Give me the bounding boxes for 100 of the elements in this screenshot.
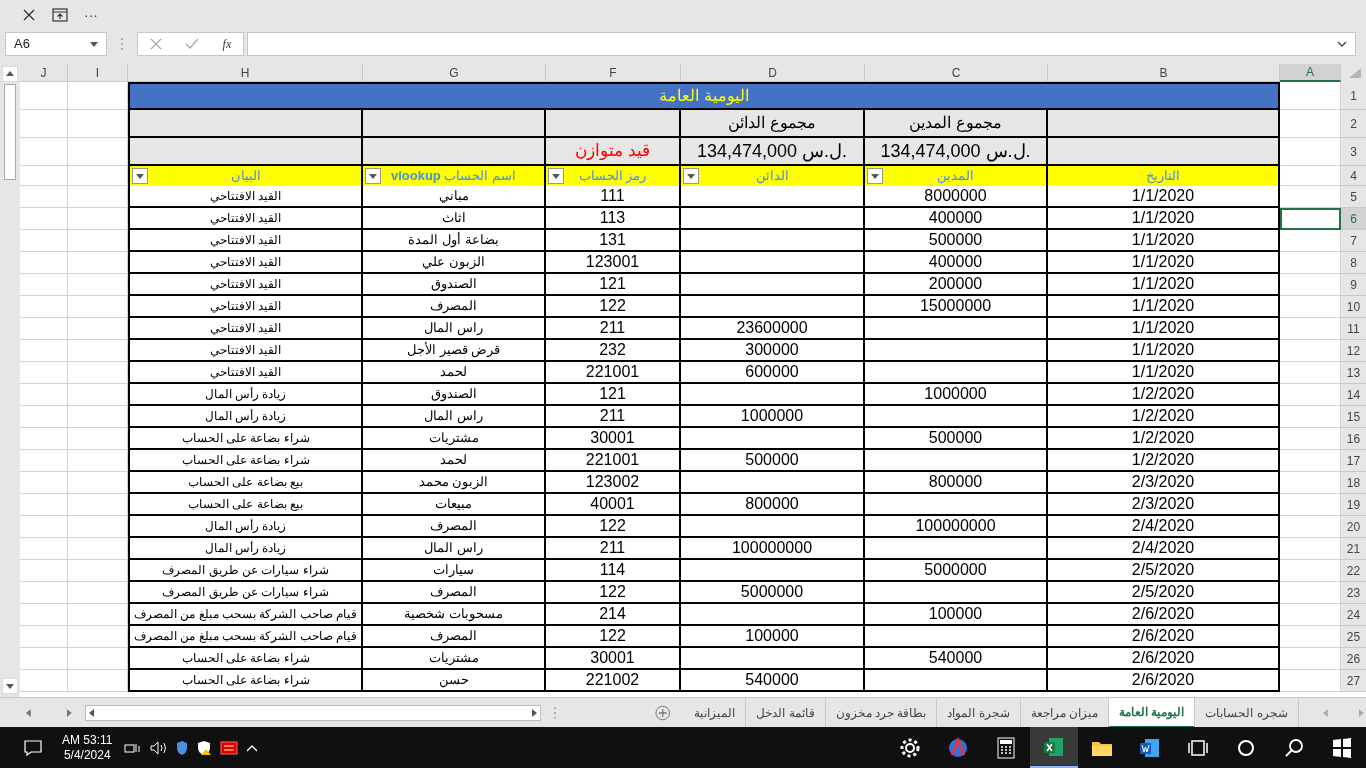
grid-cell[interactable] — [1280, 604, 1341, 626]
grid-cell[interactable] — [68, 186, 128, 208]
row-number[interactable]: 21 — [1341, 538, 1366, 560]
grid-cell[interactable] — [20, 230, 68, 252]
grid-cell[interactable] — [1280, 450, 1341, 472]
row-number[interactable]: 13 — [1341, 362, 1366, 384]
grid-cell[interactable] — [1280, 138, 1341, 166]
grid-cell[interactable] — [68, 648, 128, 670]
row-number[interactable]: 24 — [1341, 604, 1366, 626]
grid-cell[interactable] — [20, 252, 68, 274]
grid-cell[interactable] — [1280, 110, 1341, 138]
filter-dropdown-button[interactable] — [132, 168, 148, 184]
scroll-left-icon[interactable] — [24, 707, 34, 718]
grid-cell[interactable] — [1280, 186, 1341, 208]
chevron-up-icon[interactable] — [246, 743, 259, 752]
grid-cell[interactable] — [20, 318, 68, 340]
grid-cell[interactable] — [1280, 670, 1341, 692]
grid-cell[interactable] — [68, 384, 128, 406]
row-number[interactable]: 7 — [1341, 230, 1366, 252]
filter-dropdown-button[interactable] — [867, 168, 883, 184]
row-number[interactable]: 2 — [1341, 110, 1366, 138]
grid-cell[interactable] — [20, 208, 68, 230]
grid-cell[interactable] — [20, 604, 68, 626]
grid-cell[interactable] — [1280, 472, 1341, 494]
grid-cell[interactable] — [1280, 230, 1341, 252]
grid-cell[interactable] — [20, 648, 68, 670]
grid-cell[interactable] — [1280, 340, 1341, 362]
grid-cell[interactable] — [68, 166, 128, 186]
row-number[interactable]: 17 — [1341, 450, 1366, 472]
grid-cell[interactable] — [20, 538, 68, 560]
grid-cell[interactable] — [1280, 384, 1341, 406]
grid-cell[interactable] — [20, 494, 68, 516]
horizontal-scrollbar[interactable] — [85, 704, 541, 721]
grid-cell[interactable] — [68, 362, 128, 384]
scroll-down-icon[interactable] — [2, 678, 18, 694]
grid-cell[interactable] — [68, 110, 128, 138]
grid-cell[interactable] — [20, 626, 68, 648]
grid-cell[interactable] — [20, 340, 68, 362]
grid-cell[interactable] — [68, 296, 128, 318]
security-warning-icon[interactable] — [196, 739, 213, 756]
selected-cell[interactable] — [1280, 208, 1341, 230]
grid-cell[interactable] — [1280, 626, 1341, 648]
grid-cell[interactable] — [20, 362, 68, 384]
grid-cell[interactable] — [68, 252, 128, 274]
grid-cell[interactable] — [20, 472, 68, 494]
ribbon-display-icon[interactable] — [52, 8, 68, 22]
row-number[interactable]: 22 — [1341, 560, 1366, 582]
formula-input-field[interactable] — [247, 32, 1356, 56]
row-number[interactable]: 10 — [1341, 296, 1366, 318]
grid-cell[interactable] — [20, 406, 68, 428]
row-number[interactable]: 3 — [1341, 138, 1366, 166]
grid-cell[interactable] — [1280, 252, 1341, 274]
filter-dropdown-button[interactable] — [683, 168, 699, 184]
grid-cell[interactable] — [1280, 648, 1341, 670]
grid-cell[interactable] — [20, 428, 68, 450]
scroll-left-icon[interactable] — [88, 707, 97, 718]
grid-cell[interactable] — [68, 340, 128, 362]
grid-cell[interactable] — [68, 670, 128, 692]
row-number[interactable]: 27 — [1341, 670, 1366, 692]
grid-cell[interactable] — [68, 428, 128, 450]
grid-cell[interactable] — [20, 560, 68, 582]
grid-cell[interactable] — [68, 138, 128, 166]
row-number[interactable]: 20 — [1341, 516, 1366, 538]
filter-dropdown-button[interactable] — [365, 168, 381, 184]
row-number[interactable]: 26 — [1341, 648, 1366, 670]
row-number[interactable]: 14 — [1341, 384, 1366, 406]
grid-cell[interactable] — [68, 82, 128, 110]
grid-cell[interactable] — [1280, 560, 1341, 582]
clock-time[interactable]: AM 53:11 — [62, 732, 113, 748]
grid-cell[interactable] — [1280, 494, 1341, 516]
grid-cell[interactable] — [68, 626, 128, 648]
row-number[interactable]: 5 — [1341, 186, 1366, 208]
grid-cell[interactable] — [68, 318, 128, 340]
clock-date[interactable]: 5/4/2024 — [63, 747, 111, 763]
separator-handle-icon[interactable] — [120, 37, 124, 51]
grid-cell[interactable] — [20, 110, 68, 138]
grid-cell[interactable] — [68, 406, 128, 428]
row-number[interactable]: 4 — [1341, 166, 1366, 186]
grid-cell[interactable] — [1280, 362, 1341, 384]
insert-function-button[interactable]: fx — [222, 35, 232, 53]
grid-cell[interactable] — [68, 230, 128, 252]
row-number[interactable]: 12 — [1341, 340, 1366, 362]
sheet-tab[interactable]: اليومية العامة — [1108, 697, 1196, 728]
row-number[interactable]: 11 — [1341, 318, 1366, 340]
grid-cell[interactable] — [1280, 516, 1341, 538]
vertical-scrollbar[interactable] — [0, 64, 20, 697]
grid-cell[interactable] — [20, 296, 68, 318]
scroll-right-icon[interactable] — [529, 707, 538, 718]
grid-cell[interactable] — [1280, 318, 1341, 340]
row-number[interactable]: 25 — [1341, 626, 1366, 648]
grid-cell[interactable] — [68, 516, 128, 538]
grid-cell[interactable] — [68, 494, 128, 516]
grid-cell[interactable] — [68, 538, 128, 560]
row-number[interactable]: 6 — [1341, 208, 1366, 230]
grid-cell[interactable] — [68, 560, 128, 582]
grid-cell[interactable] — [68, 582, 128, 604]
more-button[interactable]: ··· — [84, 8, 98, 22]
row-number[interactable]: 15 — [1341, 406, 1366, 428]
add-sheet-icon[interactable] — [654, 704, 671, 721]
notification-icon[interactable] — [24, 739, 42, 756]
